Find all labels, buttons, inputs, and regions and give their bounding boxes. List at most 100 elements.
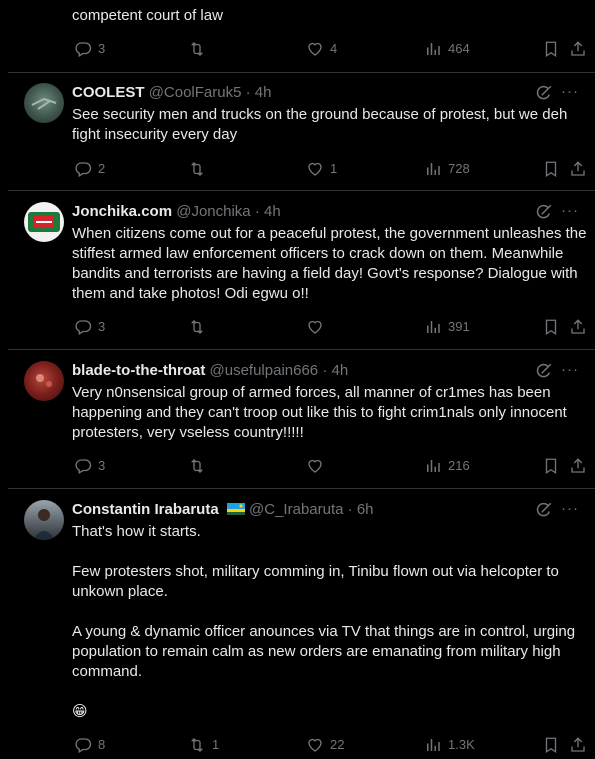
tweet-card[interactable]: competent court of law 3 4 464 bbox=[8, 0, 595, 73]
repost-button[interactable] bbox=[188, 317, 212, 337]
repost-button[interactable]: 1 bbox=[188, 735, 219, 755]
heart-icon bbox=[306, 457, 324, 475]
bookmark-icon bbox=[542, 736, 560, 754]
avatar[interactable] bbox=[24, 500, 64, 540]
tweet-header: Jonchika.com @Jonchika · 4h ··· bbox=[72, 202, 587, 222]
tweet-text: Very n0nsensical group of armed forces, … bbox=[72, 384, 572, 441]
timestamp[interactable]: 4h bbox=[264, 203, 281, 220]
separator-dot: · bbox=[347, 501, 353, 518]
repost-icon bbox=[188, 40, 206, 58]
tweet-card[interactable]: Constantin Irabaruta @C_Irabaruta · 6h ·… bbox=[8, 489, 595, 759]
repost-icon bbox=[188, 736, 206, 754]
like-count: 1 bbox=[330, 161, 338, 176]
views-chart-icon bbox=[424, 160, 442, 178]
bookmark-button[interactable] bbox=[542, 39, 560, 59]
like-count: 4 bbox=[330, 41, 338, 56]
repost-icon bbox=[188, 160, 206, 178]
tweet-actions: 2 1 728 bbox=[72, 159, 592, 179]
grok-icon[interactable] bbox=[535, 84, 553, 102]
views-button[interactable]: 728 bbox=[424, 159, 470, 179]
separator-dot: · bbox=[322, 362, 328, 379]
share-icon bbox=[569, 457, 587, 475]
views-button[interactable]: 1.3K bbox=[424, 735, 475, 755]
like-button[interactable] bbox=[306, 456, 330, 476]
like-button[interactable]: 4 bbox=[306, 39, 337, 59]
more-options-icon[interactable]: ··· bbox=[561, 499, 579, 519]
user-handle[interactable]: @CoolFaruk5 bbox=[149, 84, 242, 101]
tweet-card[interactable]: COOLEST @CoolFaruk5 · 4h ··· See securit… bbox=[8, 73, 595, 191]
views-chart-icon bbox=[424, 736, 442, 754]
repost-button[interactable] bbox=[188, 159, 212, 179]
bookmark-button[interactable] bbox=[542, 159, 560, 179]
views-count: 216 bbox=[448, 458, 470, 473]
bookmark-button[interactable] bbox=[542, 317, 560, 337]
reply-count: 2 bbox=[98, 161, 106, 176]
share-icon bbox=[569, 736, 587, 754]
like-button[interactable]: 22 bbox=[306, 735, 344, 755]
reply-count: 3 bbox=[98, 458, 106, 473]
user-handle[interactable]: @C_Irabaruta bbox=[249, 501, 343, 518]
repost-icon bbox=[188, 318, 206, 336]
like-button[interactable] bbox=[306, 317, 330, 337]
tweet-header: Constantin Irabaruta @C_Irabaruta · 6h ·… bbox=[72, 500, 587, 520]
reply-count: 8 bbox=[98, 737, 106, 752]
bookmark-button[interactable] bbox=[542, 456, 560, 476]
rwanda-flag-icon bbox=[226, 503, 245, 515]
repost-button[interactable] bbox=[188, 39, 212, 59]
more-options-icon[interactable]: ··· bbox=[561, 360, 579, 380]
display-name[interactable]: Jonchika.com bbox=[72, 203, 172, 220]
views-button[interactable]: 464 bbox=[424, 39, 470, 59]
tweet-header: COOLEST @CoolFaruk5 · 4h ··· bbox=[72, 83, 587, 103]
grok-icon[interactable] bbox=[535, 203, 553, 221]
grok-icon[interactable] bbox=[535, 501, 553, 519]
display-name[interactable]: blade-to-the-throat bbox=[72, 362, 205, 379]
like-button[interactable]: 1 bbox=[306, 159, 337, 179]
views-button[interactable]: 391 bbox=[424, 317, 470, 337]
avatar[interactable] bbox=[24, 361, 64, 401]
share-button[interactable] bbox=[569, 735, 587, 755]
repost-button[interactable] bbox=[188, 456, 212, 476]
tweet-card[interactable]: blade-to-the-throat @usefulpain666 · 4h … bbox=[8, 350, 595, 489]
avatar[interactable] bbox=[24, 202, 64, 242]
timestamp[interactable]: 6h bbox=[357, 501, 374, 518]
repost-count: 1 bbox=[212, 737, 220, 752]
bookmark-icon bbox=[542, 457, 560, 475]
avatar[interactable] bbox=[24, 83, 64, 123]
user-handle[interactable]: @usefulpain666 bbox=[210, 362, 319, 379]
reply-icon bbox=[74, 160, 92, 178]
repost-icon bbox=[188, 457, 206, 475]
like-count: 22 bbox=[330, 737, 345, 752]
timestamp[interactable]: 4h bbox=[331, 362, 348, 379]
share-icon bbox=[569, 160, 587, 178]
reply-button[interactable]: 3 bbox=[74, 39, 105, 59]
share-icon bbox=[569, 40, 587, 58]
reply-button[interactable]: 8 bbox=[74, 735, 105, 755]
share-button[interactable] bbox=[569, 159, 587, 179]
share-button[interactable] bbox=[569, 456, 587, 476]
bookmark-button[interactable] bbox=[542, 735, 560, 755]
timestamp[interactable]: 4h bbox=[255, 84, 272, 101]
share-button[interactable] bbox=[569, 317, 587, 337]
more-options-icon[interactable]: ··· bbox=[561, 82, 579, 102]
views-button[interactable]: 216 bbox=[424, 456, 470, 476]
separator-dot: · bbox=[254, 203, 260, 220]
reply-icon bbox=[74, 40, 92, 58]
views-count: 1.3K bbox=[448, 737, 475, 752]
display-name[interactable]: Constantin Irabaruta bbox=[72, 501, 219, 518]
user-handle[interactable]: @Jonchika bbox=[176, 203, 250, 220]
heart-icon bbox=[306, 160, 324, 178]
timeline-feed: competent court of law 3 4 464 COOLEST @… bbox=[8, 0, 595, 759]
heart-icon bbox=[306, 736, 324, 754]
reply-icon bbox=[74, 318, 92, 336]
views-count: 391 bbox=[448, 319, 470, 334]
tweet-text: competent court of law bbox=[72, 7, 223, 24]
reply-count: 3 bbox=[98, 319, 106, 334]
reply-button[interactable]: 3 bbox=[74, 456, 105, 476]
display-name[interactable]: COOLEST bbox=[72, 84, 145, 101]
tweet-card[interactable]: Jonchika.com @Jonchika · 4h ··· When cit… bbox=[8, 191, 595, 350]
grok-icon[interactable] bbox=[535, 362, 553, 380]
reply-button[interactable]: 3 bbox=[74, 317, 105, 337]
reply-button[interactable]: 2 bbox=[74, 159, 105, 179]
share-button[interactable] bbox=[569, 39, 587, 59]
more-options-icon[interactable]: ··· bbox=[561, 201, 579, 221]
